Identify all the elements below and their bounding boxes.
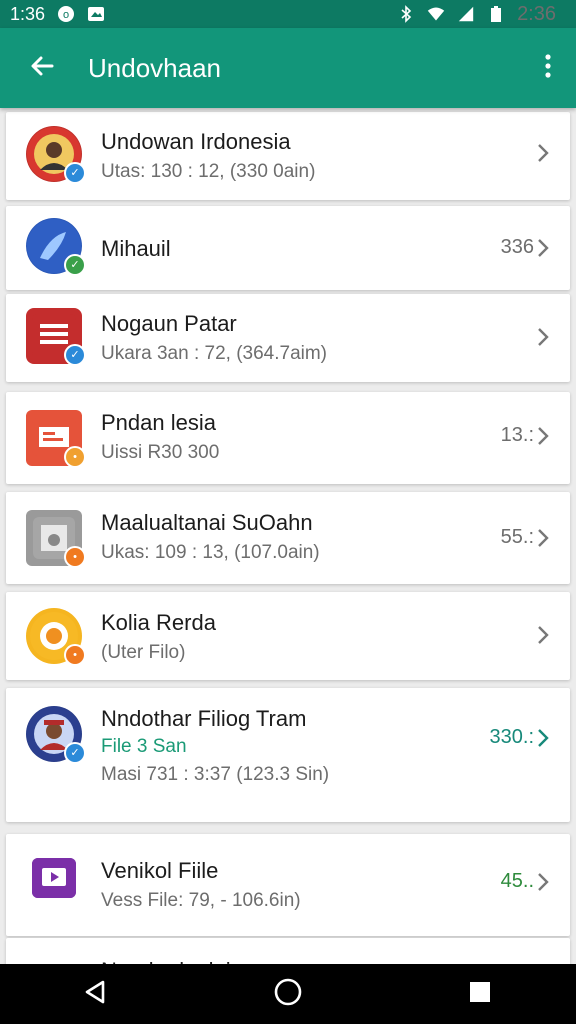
overflow-menu-button[interactable] xyxy=(536,48,560,88)
notification-icon: o xyxy=(57,5,75,23)
item-subtitle: Utas: 130 : 12, (330 0ain) xyxy=(101,161,316,182)
item-trailing xyxy=(536,624,550,646)
item-title: Nogaun Patar xyxy=(101,311,237,336)
list-item[interactable]: • Maalualtanai SuOahn Ukas: 109 : 13, (1… xyxy=(6,492,570,584)
list-item[interactable]: ✓ Undowan Irdonesia Utas: 130 : 12, (330… xyxy=(6,112,570,200)
item-trailing: 330.: xyxy=(490,726,550,749)
chevron-right-icon xyxy=(536,237,550,259)
bluetooth-icon xyxy=(397,5,415,23)
signal-icon xyxy=(457,5,475,23)
avatar: ✓ xyxy=(26,126,86,184)
chevron-right-icon xyxy=(536,425,550,447)
item-trailing: 336 xyxy=(501,236,550,259)
more-vert-icon xyxy=(544,53,552,84)
system-nav-bar xyxy=(0,964,576,1024)
status-time-left: 1:36 xyxy=(10,3,46,24)
item-title: Venikol Fiile xyxy=(101,858,219,883)
app-bar: Undovhaan xyxy=(0,28,576,108)
status-time-right: 2:36 xyxy=(517,2,556,25)
home-circle-icon xyxy=(273,977,303,1012)
item-value: 13.: xyxy=(500,424,534,446)
item-trailing xyxy=(536,326,550,348)
item-value: 336 xyxy=(500,236,534,258)
status-badge-icon: • xyxy=(64,546,86,568)
svg-text:o: o xyxy=(63,9,69,21)
avatar: • xyxy=(26,608,86,666)
item-value: 45.. xyxy=(500,870,534,892)
list-item[interactable]: • Kolia Rerda (Uter Filo) xyxy=(6,592,570,680)
item-subtitle: (Uter Filo) xyxy=(101,642,186,663)
item-subtitle: Uissi R30 300 xyxy=(101,442,220,463)
avatar: • xyxy=(26,410,86,468)
chevron-right-icon xyxy=(536,326,550,348)
chevron-right-icon xyxy=(536,527,550,549)
chevron-right-icon xyxy=(536,871,550,893)
battery-icon xyxy=(487,5,505,23)
item-subtitle: Ukas: 109 : 13, (107.0ain) xyxy=(101,542,320,563)
verified-badge-icon: ✓ xyxy=(64,344,86,366)
list-item[interactable]: • Pndan lesia Uissi R30 300 13.: xyxy=(6,392,570,484)
avatar: • xyxy=(26,510,86,568)
list-item[interactable]: Venikol Fiile Vess File: 79, - 106.6in) … xyxy=(6,834,570,936)
status-badge-icon: • xyxy=(64,644,86,666)
item-subtitle: Masi 731 : 3:37 (123.3 Sin) xyxy=(101,764,330,785)
avatar: ✓ xyxy=(26,218,86,276)
item-title: Undowan Irdonesia xyxy=(101,129,291,154)
item-subtitle-green: File 3 San xyxy=(101,736,187,757)
nav-back-button[interactable] xyxy=(66,964,126,1024)
nav-recents-button[interactable] xyxy=(450,964,510,1024)
item-trailing: 13.: xyxy=(501,424,550,447)
nav-home-button[interactable] xyxy=(258,964,318,1024)
item-title: Kolia Rerda xyxy=(101,610,216,635)
chevron-right-icon xyxy=(536,142,550,164)
verified-badge-icon: ✓ xyxy=(64,162,86,184)
avatar xyxy=(32,858,76,898)
page-title: Undovhaan xyxy=(88,52,221,83)
list-item[interactable]: ✓ Nndothar Filiog Tram File 3 San Masi 7… xyxy=(6,688,570,822)
status-bar: 1:36 o 2:36 xyxy=(0,0,576,28)
verified-badge-icon: ✓ xyxy=(64,742,86,764)
status-badge-icon: • xyxy=(64,446,86,468)
photo-icon xyxy=(87,5,105,23)
item-title: Pndan lesia xyxy=(101,410,216,435)
chevron-right-icon xyxy=(536,727,550,749)
recents-square-icon xyxy=(468,980,492,1009)
avatar: ✓ xyxy=(26,308,86,366)
back-triangle-icon xyxy=(83,979,109,1010)
avatar: ✓ xyxy=(26,706,86,764)
wifi-icon xyxy=(427,5,445,23)
item-subtitle: Ukara 3an : 72, (364.7aim) xyxy=(101,343,328,364)
item-value: 330.: xyxy=(489,726,534,748)
verified-badge-icon: ✓ xyxy=(64,254,86,276)
item-title: Maalualtanai SuOahn xyxy=(101,510,313,535)
item-title: Nndothar Filiog Tram xyxy=(101,706,307,731)
item-trailing: 45.. xyxy=(501,870,550,893)
item-value: 55.: xyxy=(500,526,534,548)
item-trailing xyxy=(536,142,550,164)
item-trailing: 55.: xyxy=(501,526,550,549)
list-item[interactable]: ✓ Nogaun Patar Ukara 3an : 72, (364.7aim… xyxy=(6,294,570,382)
arrow-back-icon xyxy=(28,52,56,85)
back-button[interactable] xyxy=(18,44,66,92)
chevron-right-icon xyxy=(536,624,550,646)
list-item[interactable]: ✓ Mihauil 336 xyxy=(6,206,570,290)
item-title: Mihauil xyxy=(101,236,171,261)
item-subtitle: Vess File: 79, - 106.6in) xyxy=(101,890,301,911)
